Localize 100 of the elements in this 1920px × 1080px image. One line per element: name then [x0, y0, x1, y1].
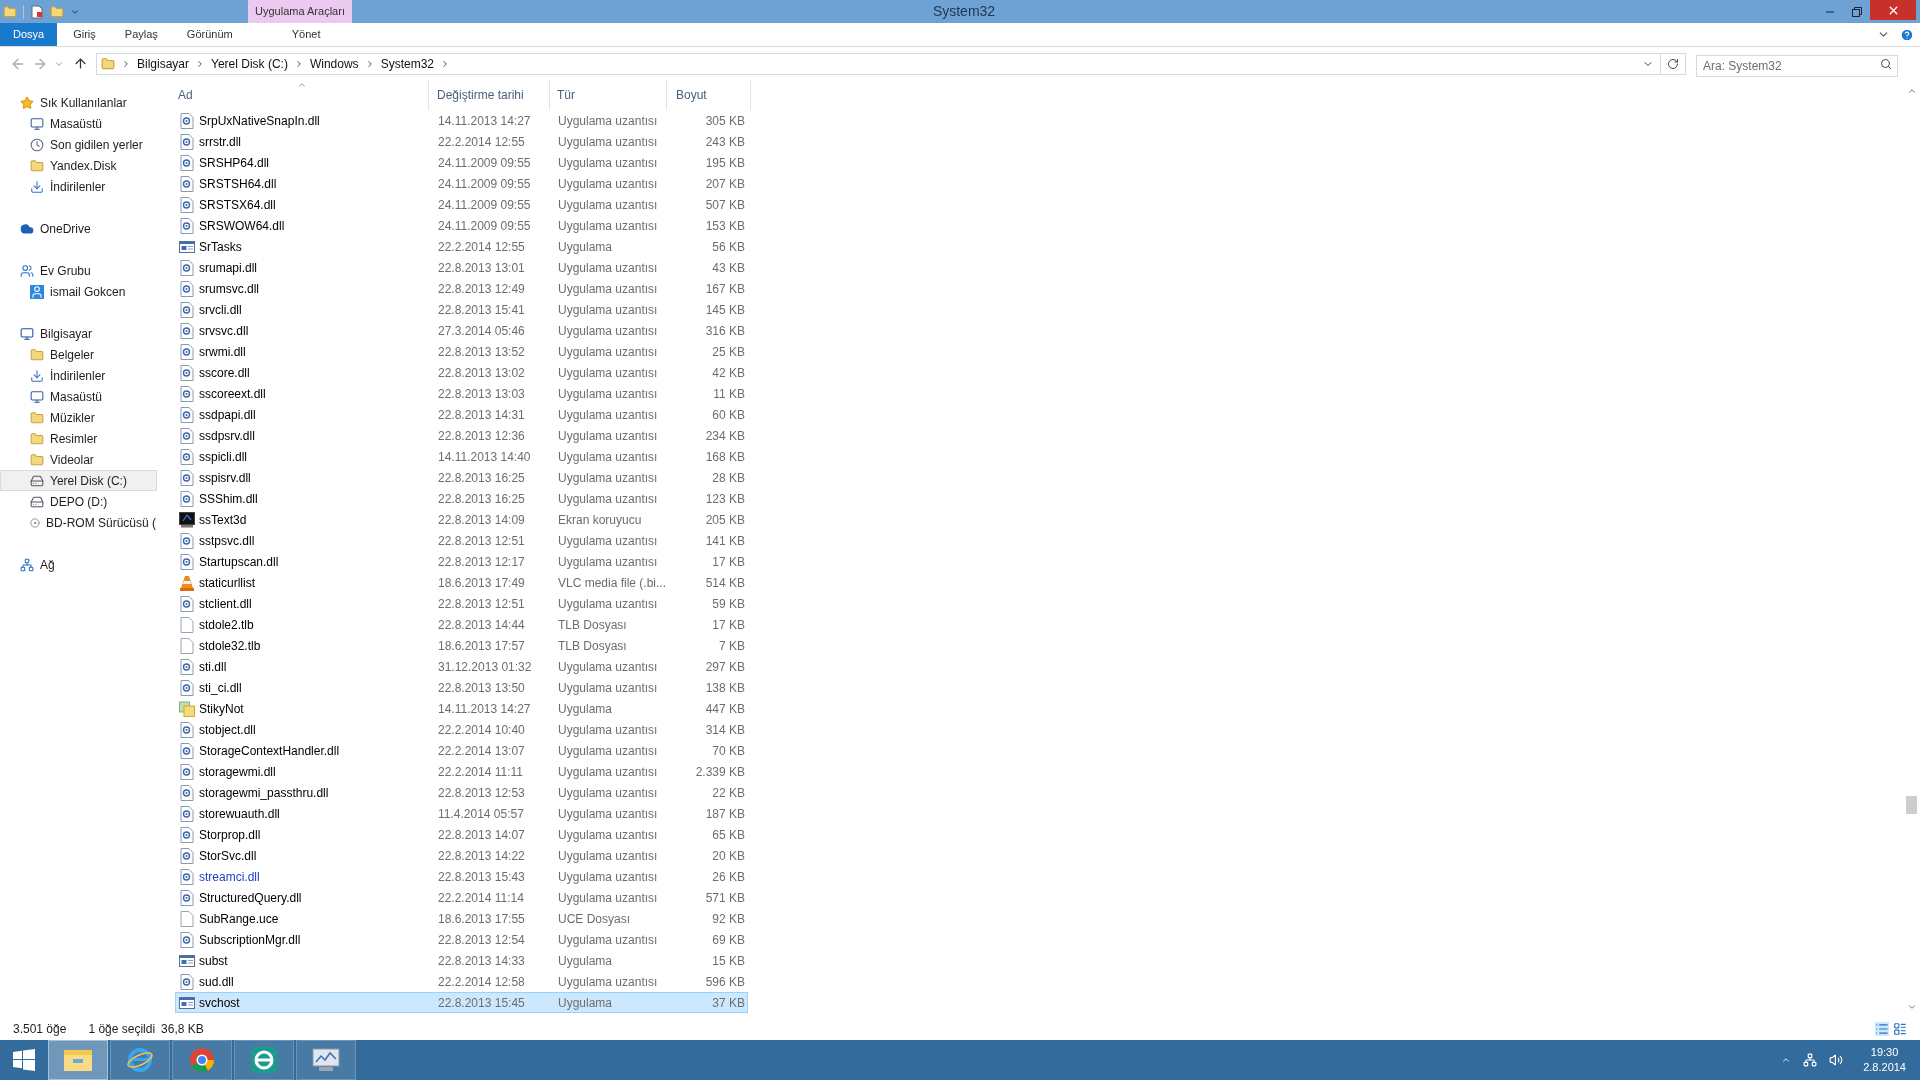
sidebar-item[interactable]: BD-ROM Sürücüsü ( — [0, 512, 157, 533]
file-row[interactable]: srvsvc.dll 27.3.2014 05:46 Uygulama uzantısı 316 KB — [175, 320, 748, 341]
file-row[interactable]: ssdpapi.dll 22.8.2013 14:31 Uygulama uzantısı 60 KB — [175, 404, 748, 425]
sidebar-item[interactable]: İndirilenler — [0, 176, 157, 197]
sidebar-item[interactable]: Videolar — [0, 449, 157, 470]
sidebar-item[interactable]: Ağ — [0, 554, 157, 575]
sidebar-item[interactable]: Yerel Disk (C:) — [0, 470, 157, 491]
sidebar-item[interactable]: DEPO (D:) — [0, 491, 157, 512]
breadcrumb[interactable]: Windows — [309, 54, 359, 73]
file-row[interactable]: srumsvc.dll 22.8.2013 12:49 Uygulama uzantısı 167 KB — [175, 278, 748, 299]
sidebar-item[interactable]: Bilgisayar — [0, 323, 157, 344]
large-icons-view-icon[interactable] — [1893, 1022, 1907, 1036]
file-row[interactable]: srrstr.dll 22.2.2014 12:55 Uygulama uzantısı 243 KB — [175, 131, 748, 152]
file-row[interactable]: sud.dll 22.2.2014 12:58 Uygulama uzantısı 596 KB — [175, 971, 748, 992]
file-row[interactable]: sscore.dll 22.8.2013 13:02 Uygulama uzantısı 42 KB — [175, 362, 748, 383]
ribbon-tab[interactable]: Dosya — [0, 23, 58, 46]
file-row[interactable]: SSShim.dll 22.8.2013 16:25 Uygulama uzantısı 123 KB — [175, 488, 748, 509]
sidebar-item[interactable]: Müzikler — [0, 407, 157, 428]
file-row[interactable]: StikyNot 14.11.2013 14:27 Uygulama 447 KB — [175, 698, 748, 719]
file-row[interactable]: staticurllist 18.6.2013 17:49 VLC media file (.bi... 514 KB — [175, 572, 748, 593]
refresh-icon[interactable] — [1667, 57, 1679, 70]
file-row[interactable]: SRSWOW64.dll 24.11.2009 09:55 Uygulama uzantısı 153 KB — [175, 215, 748, 236]
file-row[interactable]: stclient.dll 22.8.2013 12:51 Uygulama uzantısı 59 KB — [175, 593, 748, 614]
ribbon-tab[interactable]: Görünüm — [173, 23, 246, 46]
taskbar-button[interactable] — [110, 1040, 170, 1080]
file-row[interactable]: SrTasks 22.2.2014 12:55 Uygulama 56 KB — [175, 236, 748, 257]
taskbar-button[interactable] — [172, 1040, 232, 1080]
file-name: srumsvc.dll — [199, 280, 259, 298]
file-row[interactable]: srwmi.dll 22.8.2013 13:52 Uygulama uzantısı 25 KB — [175, 341, 748, 362]
file-row[interactable]: srvcli.dll 22.8.2013 15:41 Uygulama uzantısı 145 KB — [175, 299, 748, 320]
file-row[interactable]: srumapi.dll 22.8.2013 13:01 Uygulama uzantısı 43 KB — [175, 257, 748, 278]
file-row[interactable]: ssText3d 22.8.2013 14:09 Ekran koruyucu 205 KB — [175, 509, 748, 530]
file-row[interactable]: stdole32.tlb 18.6.2013 17:57 TLB Dosyası 7 KB — [175, 635, 748, 656]
sidebar-item[interactable]: Masaüstü — [0, 386, 157, 407]
sidebar-item[interactable]: ismail Gokcen — [0, 281, 157, 302]
volume-icon[interactable] — [1829, 1053, 1844, 1067]
file-row[interactable]: sti.dll 31.12.2013 01:32 Uygulama uzantısı 297 KB — [175, 656, 748, 677]
clock-date[interactable]: 2.8.2014 — [1863, 1060, 1906, 1075]
details-view-icon[interactable] — [1875, 1022, 1889, 1036]
file-row[interactable]: svchost 22.8.2013 15:45 Uygulama 37 KB — [175, 992, 748, 1013]
sidebar-item[interactable]: Belgeler — [0, 344, 157, 365]
separator-chevron-icon[interactable] — [440, 58, 450, 69]
sidebar-item[interactable]: İndirilenler — [0, 365, 157, 386]
sidebar-item[interactable]: Son gidilen yerler — [0, 134, 157, 155]
file-row[interactable]: Storprop.dll 22.8.2013 14:07 Uygulama uzantısı 65 KB — [175, 824, 748, 845]
help-icon[interactable] — [1900, 27, 1914, 42]
show-hidden-icons-icon[interactable] — [1781, 1055, 1792, 1065]
file-row[interactable]: ssdpsrv.dll 22.8.2013 12:36 Uygulama uzantısı 234 KB — [175, 425, 748, 446]
file-row[interactable]: subst 22.8.2013 14:33 Uygulama 15 KB — [175, 950, 748, 971]
file-row[interactable]: StructuredQuery.dll 22.2.2014 11:14 Uygulama uzantısı 571 KB — [175, 887, 748, 908]
ribbon-tab[interactable]: Yönet — [259, 23, 353, 46]
file-row[interactable]: SubRange.uce 18.6.2013 17:55 UCE Dosyası 92 KB — [175, 908, 748, 929]
file-row[interactable]: stobject.dll 22.2.2014 10:40 Uygulama uzantısı 314 KB — [175, 719, 748, 740]
network-icon[interactable] — [1803, 1053, 1818, 1067]
separator-chevron-icon[interactable] — [121, 58, 131, 69]
file-row[interactable]: streamci.dll 22.8.2013 15:43 Uygulama uzantısı 26 KB — [175, 866, 748, 887]
file-row[interactable]: storagewmi_passthru.dll 22.8.2013 12:53 Uygulama uzantısı 22 KB — [175, 782, 748, 803]
file-row[interactable]: SubscriptionMgr.dll 22.8.2013 12:54 Uygulama uzantısı 69 KB — [175, 929, 748, 950]
file-row[interactable]: storewuauth.dll 11.4.2014 05:57 Uygulama uzantısı 187 KB — [175, 803, 748, 824]
column-header[interactable]: Tür — [550, 80, 667, 110]
sidebar-item[interactable]: OneDrive — [0, 218, 157, 239]
file-row[interactable]: StorSvc.dll 22.8.2013 14:22 Uygulama uzantısı 20 KB — [175, 845, 748, 866]
sidebar-item[interactable]: Sık Kullanılanlar — [0, 92, 157, 113]
file-row[interactable]: sstpsvc.dll 22.8.2013 12:51 Uygulama uzantısı 141 KB — [175, 530, 748, 551]
file-row[interactable]: SRSTSX64.dll 24.11.2009 09:55 Uygulama uzantısı 507 KB — [175, 194, 748, 215]
file-row[interactable]: Startupscan.dll 22.8.2013 12:17 Uygulama uzantısı 17 KB — [175, 551, 748, 572]
scroll-down-icon[interactable] — [1906, 1002, 1917, 1012]
file-row[interactable]: stdole2.tlb 22.8.2013 14:44 TLB Dosyası 17 KB — [175, 614, 748, 635]
search-icon[interactable] — [1880, 57, 1892, 70]
taskbar-button[interactable] — [234, 1040, 294, 1080]
file-row[interactable]: storagewmi.dll 22.2.2014 11:11 Uygulama uzantısı 2.339 KB — [175, 761, 748, 782]
file-row[interactable]: sspicli.dll 14.11.2013 14:40 Uygulama uzantısı 168 KB — [175, 446, 748, 467]
file-row[interactable]: SrpUxNativeSnapIn.dll 14.11.2013 14:27 Uygulama uzantısı 305 KB — [175, 110, 748, 131]
breadcrumb[interactable]: System32 — [380, 54, 434, 73]
up-icon[interactable] — [73, 56, 88, 71]
column-header[interactable]: Değiştirme tarihi — [429, 80, 550, 110]
sidebar-item[interactable]: Yandex.Disk — [0, 155, 157, 176]
address-bar[interactable]: Bilgisayar Yerel Disk (C:) Windows System32 — [96, 52, 1686, 75]
file-row[interactable]: sti_ci.dll 22.8.2013 13:50 Uygulama uzantısı 138 KB — [175, 677, 748, 698]
sidebar-item[interactable]: Masaüstü — [0, 113, 157, 134]
file-row[interactable]: sscoreext.dll 22.8.2013 13:03 Uygulama uzantısı 11 KB — [175, 383, 748, 404]
ribbon-tab[interactable]: Giriş — [60, 23, 109, 46]
file-row[interactable]: SRSHP64.dll 24.11.2009 09:55 Uygulama uzantısı 195 KB — [175, 152, 748, 173]
column-header[interactable]: Boyut — [667, 80, 751, 110]
sidebar-item[interactable]: Resimler — [0, 428, 157, 449]
taskbar-button[interactable] — [296, 1040, 356, 1080]
breadcrumb[interactable]: Yerel Disk (C:) — [211, 54, 288, 73]
properties-icon[interactable] — [30, 4, 44, 19]
sidebar-item[interactable]: Ev Grubu — [0, 260, 157, 281]
file-row[interactable]: sspisrv.dll 22.8.2013 16:25 Uygulama uzantısı 28 KB — [175, 467, 748, 488]
file-row[interactable]: SRSTSH64.dll 24.11.2009 09:55 Uygulama uzantısı 207 KB — [175, 173, 748, 194]
search-field[interactable]: Ara: System32 — [1696, 54, 1898, 77]
ribbon-tab[interactable]: Paylaş — [111, 23, 171, 46]
clock-time[interactable]: 19:30 — [1870, 1045, 1899, 1060]
scroll-up-icon[interactable] — [1906, 86, 1917, 96]
new-folder-icon[interactable] — [50, 4, 64, 19]
scroll-thumb[interactable] — [1906, 796, 1917, 814]
breadcrumb[interactable]: Bilgisayar — [137, 54, 190, 73]
column-header[interactable]: Ad — [175, 80, 429, 110]
file-row[interactable]: StorageContextHandler.dll 22.2.2014 13:07 Uygulama uzantısı 70 KB — [175, 740, 748, 761]
